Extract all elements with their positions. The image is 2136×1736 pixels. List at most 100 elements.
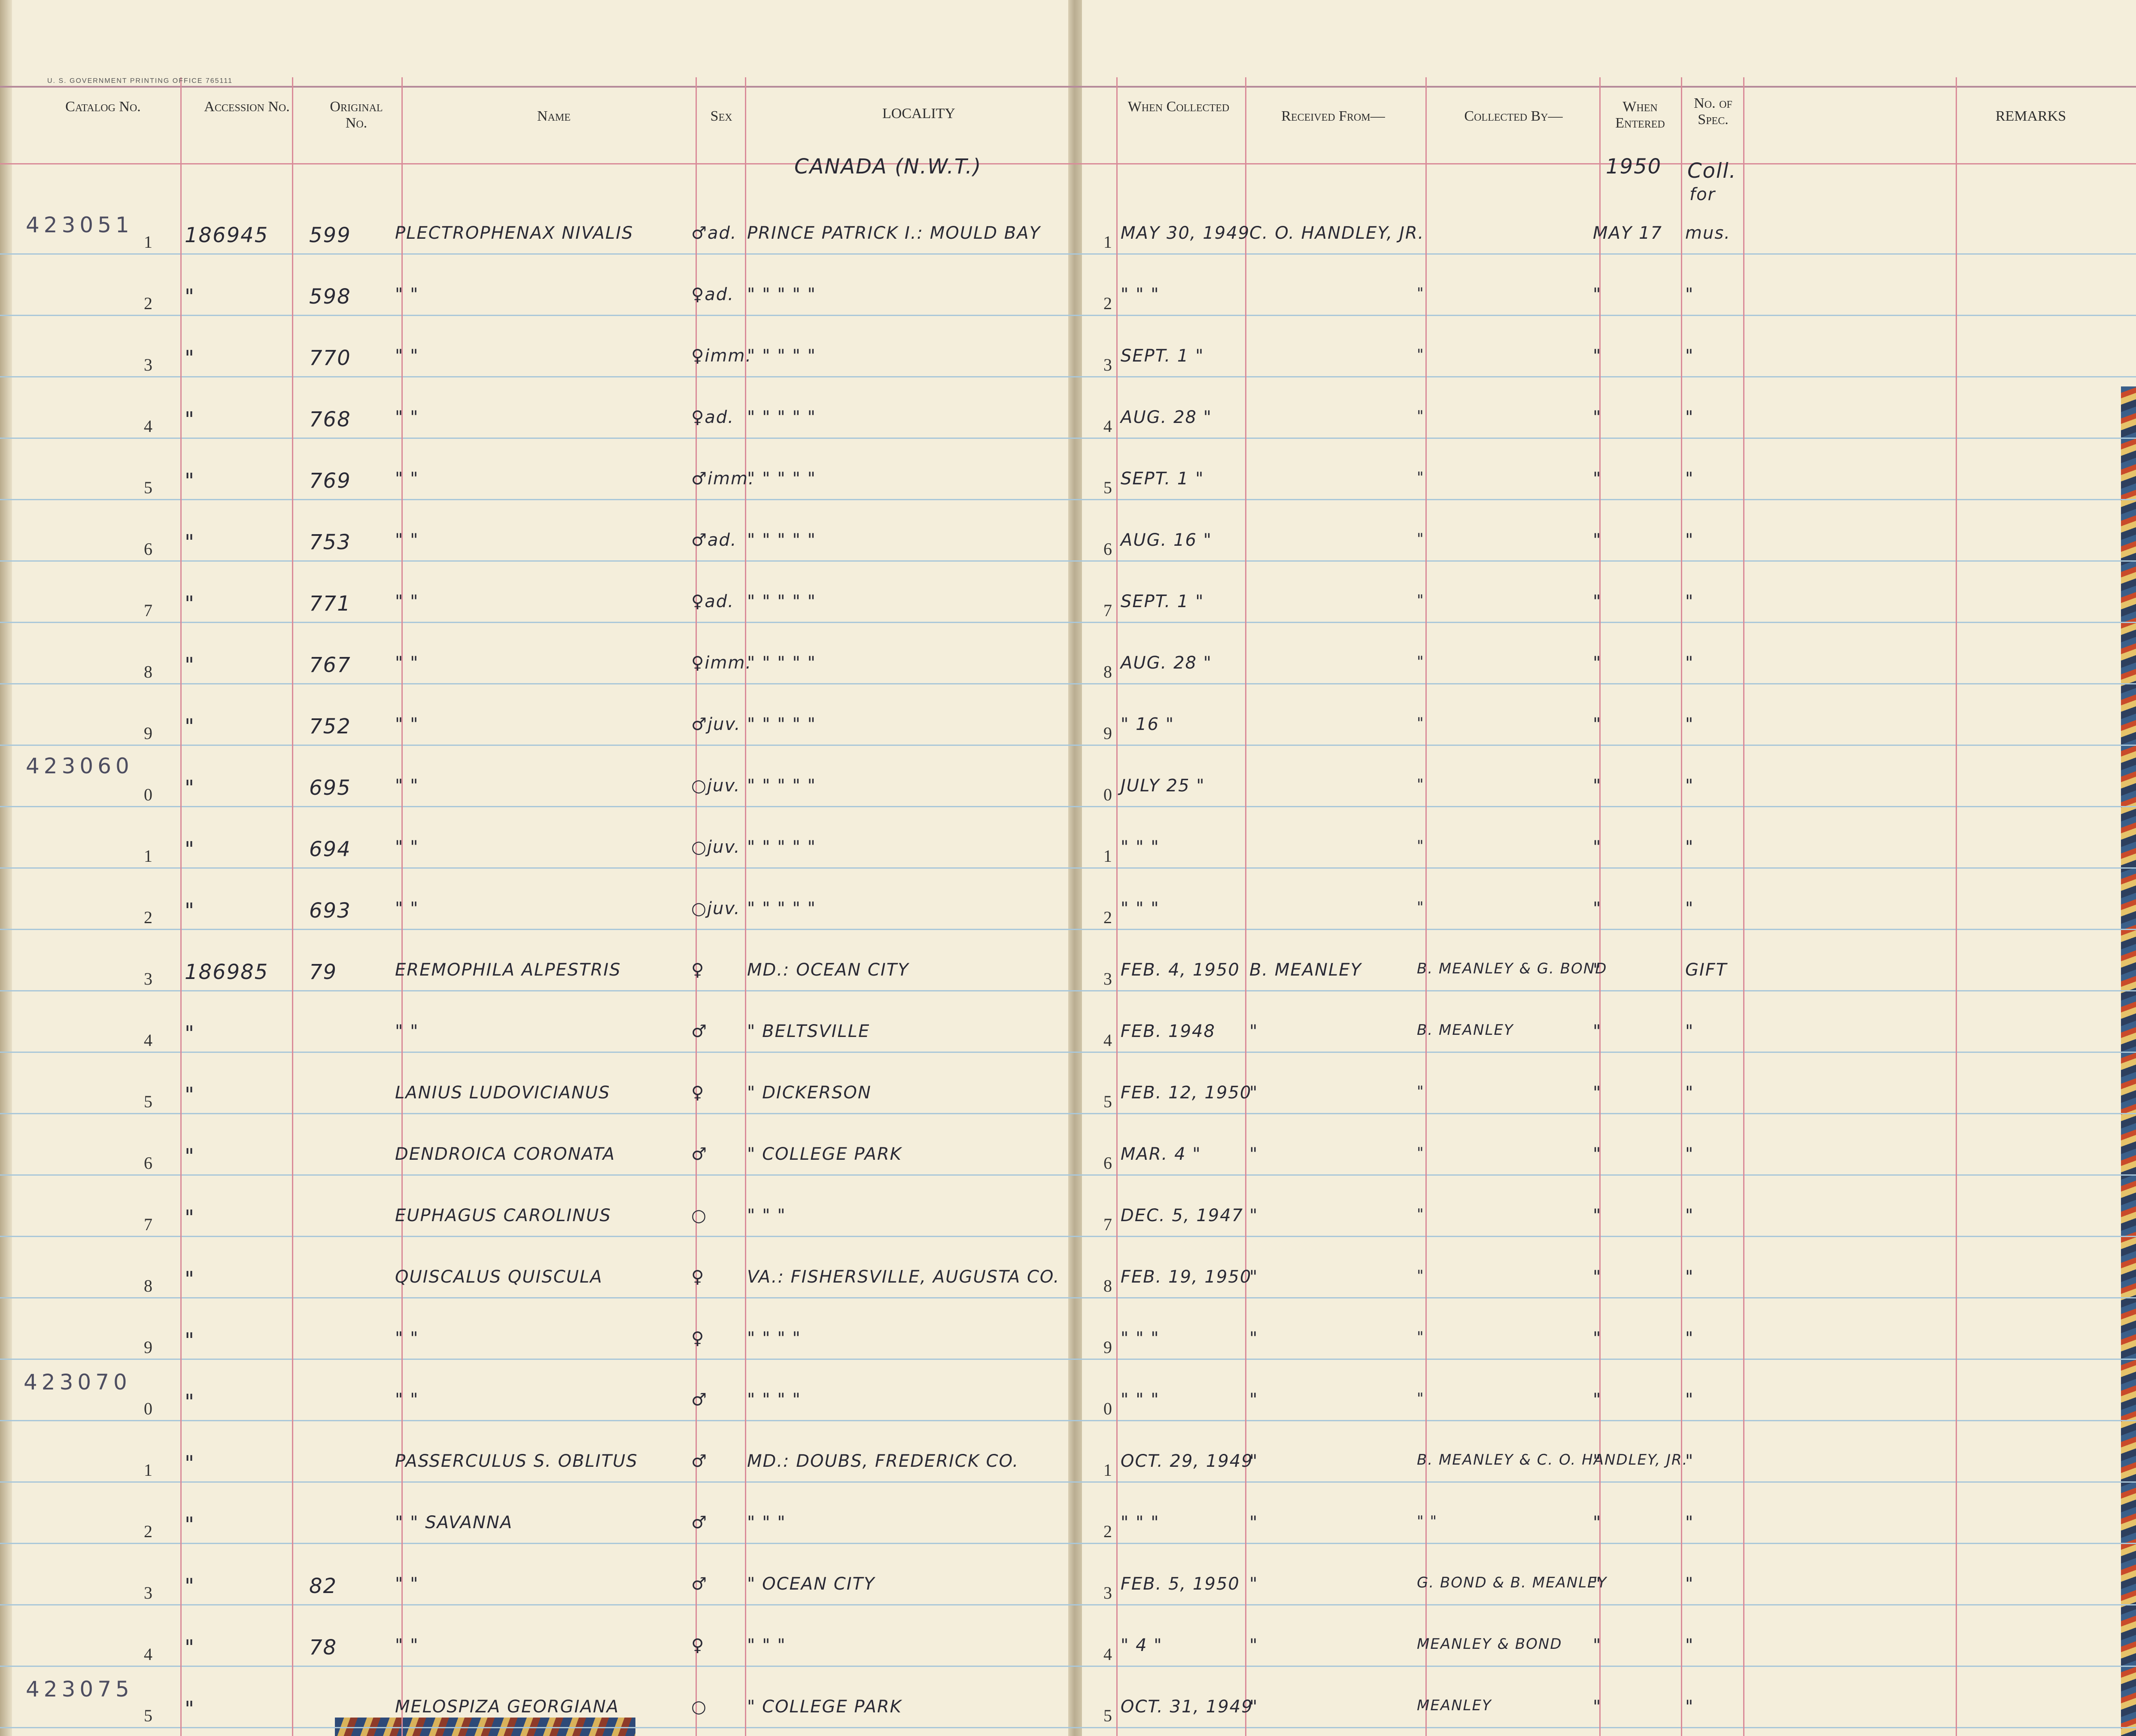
- row-line: [0, 683, 2136, 684]
- accession-no: ": [185, 1329, 195, 1353]
- species-name: " ": [395, 653, 419, 673]
- collected-by: ": [1417, 776, 1425, 793]
- row-line: [0, 560, 2136, 562]
- no-of-spec: ": [1685, 1022, 1694, 1041]
- row-number: 5: [144, 478, 152, 497]
- no-of-spec: ": [1685, 1083, 1694, 1103]
- header-remarks: REMARKS: [1995, 108, 2066, 124]
- collected-by: ": [1417, 837, 1425, 854]
- collected-by: G. BOND & B. MEANLEY: [1417, 1574, 1607, 1591]
- row-number: 1: [144, 232, 152, 252]
- species-name: PLECTROPHENAX NIVALIS: [395, 223, 634, 243]
- date-collected: AUG. 28 ": [1121, 407, 1212, 427]
- locality: " " " " ": [747, 530, 816, 550]
- row-number-right: 0: [1103, 785, 1112, 804]
- no-of-spec: ": [1685, 653, 1694, 673]
- row-number: 6: [144, 539, 152, 559]
- row-line: [0, 1727, 2136, 1728]
- date-collected: " " ": [1121, 285, 1160, 304]
- row-number-right: 1: [1103, 846, 1112, 866]
- column-rule: [1245, 77, 1246, 1736]
- accession-no: ": [185, 1144, 195, 1168]
- when-entered: ": [1593, 1329, 1602, 1348]
- catalog-prefix: 423051: [26, 213, 134, 237]
- when-entered: ": [1593, 1574, 1602, 1594]
- accession-no: ": [185, 1267, 195, 1291]
- row-number: 2: [144, 908, 152, 927]
- row-number-right: 5: [1103, 1092, 1112, 1111]
- date-collected: " 4 ": [1121, 1636, 1163, 1655]
- when-entered: MAY 17: [1593, 223, 1662, 243]
- when-entered: ": [1593, 407, 1602, 427]
- collected-by: ": [1417, 1083, 1425, 1100]
- date-collected: SEPT. 1 ": [1121, 469, 1204, 489]
- row-number: 1: [144, 1460, 152, 1480]
- when-entered: ": [1593, 530, 1602, 550]
- row-line: [0, 376, 2136, 377]
- accession-no: ": [185, 469, 195, 493]
- original-no: 693: [309, 899, 351, 923]
- date-collected: " " ": [1121, 1329, 1160, 1348]
- locality: PRINCE PATRICK I.: MOULD BAY: [747, 223, 1041, 243]
- locality: " " " " ": [747, 653, 816, 673]
- catalog-prefix: 423060: [26, 754, 134, 778]
- when-entered: ": [1593, 776, 1602, 796]
- accession-no: ": [185, 530, 195, 554]
- row-line: [0, 253, 2136, 255]
- species-name: EUPHAGUS CAROLINUS: [395, 1206, 611, 1225]
- date-collected: DEC. 5, 1947: [1121, 1206, 1244, 1225]
- date-collected: " " ": [1121, 899, 1160, 918]
- row-line: [0, 745, 2136, 746]
- sex: ♂juv.: [691, 714, 741, 734]
- locality: " COLLEGE PARK: [747, 1144, 902, 1164]
- locality: " " " " ": [747, 837, 816, 857]
- column-rule: [745, 77, 746, 1736]
- row-number: 1: [144, 846, 152, 866]
- no-of-spec: ": [1685, 592, 1694, 611]
- collected-by: ": [1417, 346, 1425, 363]
- date-collected: SEPT. 1 ": [1121, 346, 1204, 366]
- date-collected: AUG. 16 ": [1121, 530, 1212, 550]
- locality: " " " ": [747, 1390, 801, 1410]
- locality: " DICKERSON: [747, 1083, 872, 1103]
- row-number: 2: [144, 1522, 152, 1541]
- accession-no: ": [185, 837, 195, 861]
- species-name: " ": [395, 346, 419, 366]
- species-name: " ": [395, 1636, 419, 1655]
- catalog-prefix: 423070: [24, 1370, 131, 1395]
- received-from: ": [1249, 1144, 1258, 1164]
- species-name: MELOSPIZA GEORGIANA: [395, 1697, 620, 1717]
- when-entered: ": [1593, 1144, 1602, 1164]
- when-entered: ": [1593, 1390, 1602, 1410]
- row-line: [0, 867, 2136, 869]
- row-number: 3: [144, 355, 152, 374]
- species-name: " ": [395, 1574, 419, 1594]
- sex: ♂: [691, 1022, 708, 1041]
- when-entered: ": [1593, 1513, 1602, 1532]
- no-of-spec: ": [1685, 899, 1694, 918]
- when-entered: ": [1593, 1267, 1602, 1287]
- row-number: 7: [144, 1215, 152, 1234]
- species-name: " ": [395, 285, 419, 304]
- no-of-spec: ": [1685, 1451, 1694, 1471]
- spec-note-coll: Coll.: [1687, 159, 1737, 183]
- accession-no: ": [185, 1083, 195, 1107]
- row-number-right: 8: [1103, 1276, 1112, 1295]
- species-name: " ": [395, 1329, 419, 1348]
- row-number-right: 1: [1103, 232, 1112, 252]
- original-no: 695: [309, 776, 351, 800]
- species-name: " ": [395, 592, 419, 611]
- row-number: 8: [144, 1276, 152, 1295]
- header-no-of-spec: No. of Spec.: [1694, 95, 1732, 128]
- no-of-spec: ": [1685, 530, 1694, 550]
- marbled-edge: [2121, 386, 2136, 1736]
- row-line: [0, 1666, 2136, 1667]
- accession-no: ": [185, 1451, 195, 1475]
- species-name: QUISCALUS QUISCULA: [395, 1267, 603, 1287]
- locality: " " " " ": [747, 899, 816, 918]
- original-no: 752: [309, 714, 351, 739]
- row-number-right: 3: [1103, 969, 1112, 988]
- row-number-right: 2: [1103, 908, 1112, 927]
- received-from: ": [1249, 1513, 1258, 1532]
- accession-no: ": [185, 592, 195, 616]
